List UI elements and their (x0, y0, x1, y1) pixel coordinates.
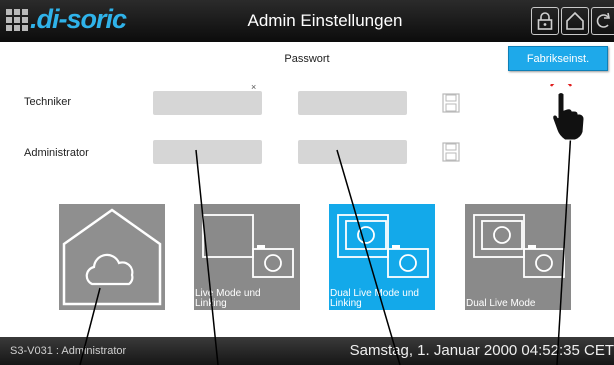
callout-lines (79, 129, 572, 365)
pointer-hand-icon (550, 84, 585, 141)
